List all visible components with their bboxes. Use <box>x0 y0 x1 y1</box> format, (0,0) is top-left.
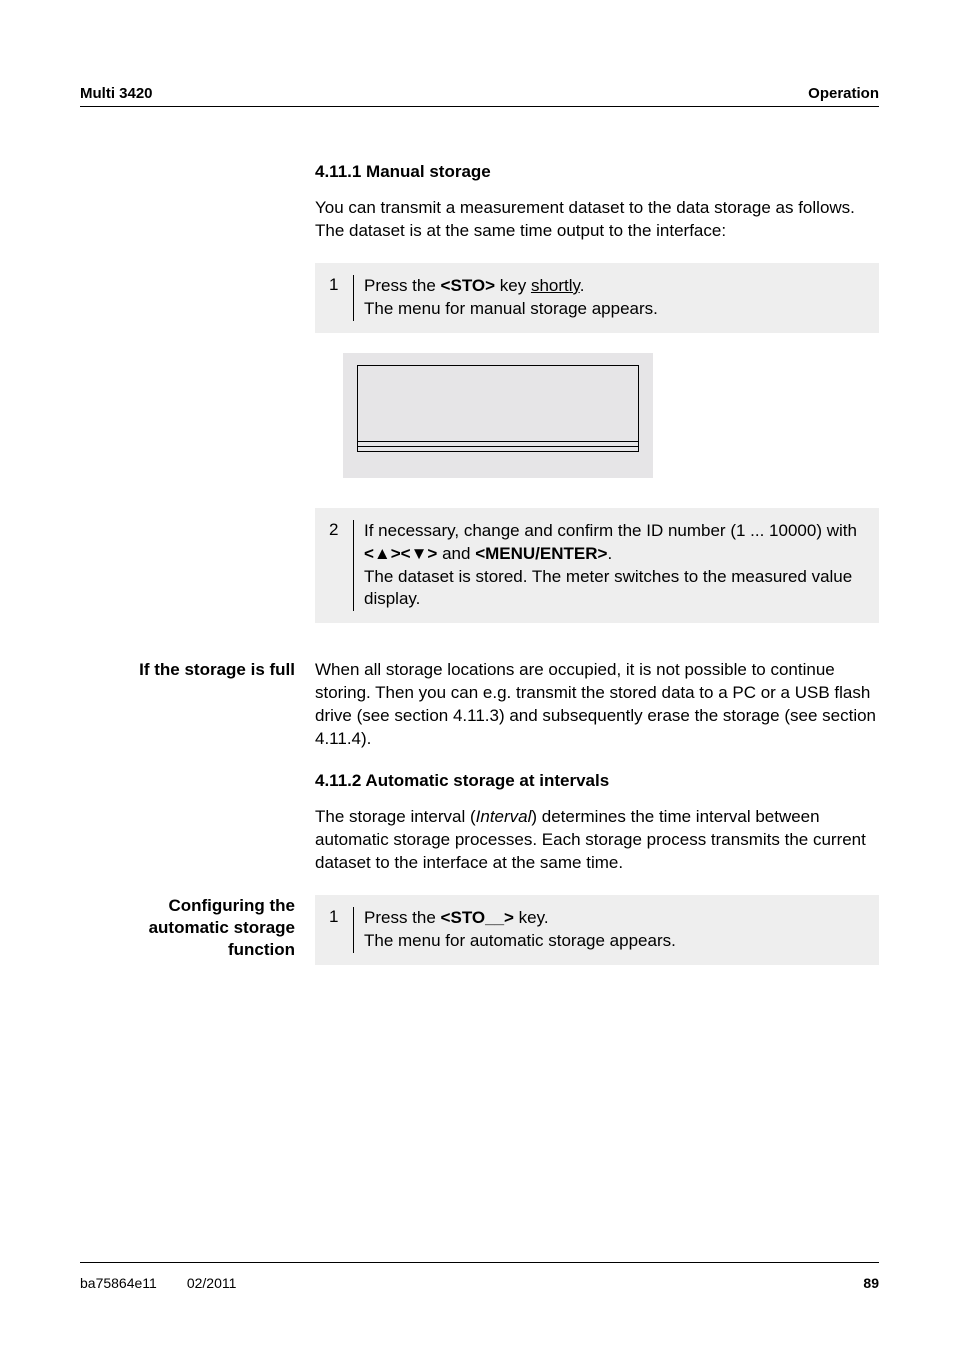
header-right: Operation <box>808 85 879 102</box>
step-2-text: If necessary, change and confirm the ID … <box>364 520 865 612</box>
footer-page-number: 89 <box>863 1275 879 1291</box>
side-label-configuring: Configuring the automatic storage functi… <box>80 895 295 961</box>
header-left: Multi 3420 <box>80 85 153 102</box>
sto-long-key: <STO__> <box>441 908 514 927</box>
menu-enter-key: <MENU/ENTER> <box>475 544 607 563</box>
footer-doc-id: ba75864e11 <box>80 1275 157 1291</box>
step-2-number: 2 <box>329 520 354 612</box>
lcd-footer-timestamp <box>357 452 639 468</box>
config-step-1-text: Press the <STO__> key. The menu for auto… <box>364 907 676 953</box>
footer-date: 02/2011 <box>187 1275 237 1291</box>
auto-storage-intro: The storage interval (Interval) determin… <box>315 806 879 875</box>
page-footer: ba75864e11 02/2011 89 <box>80 1262 879 1291</box>
side-label-storage-full: If the storage is full <box>80 659 295 681</box>
intro-paragraph: You can transmit a measurement dataset t… <box>315 197 879 243</box>
sto-key: <STO> <box>441 276 496 295</box>
step-1-number: 1 <box>329 275 354 321</box>
page-header: Multi 3420 Operation <box>80 85 879 107</box>
arrow-keys: <▲><▼> <box>364 544 437 563</box>
config-step-1-box: 1 Press the <STO__> key. The menu for au… <box>315 895 879 965</box>
interval-italic: Interval <box>476 807 532 826</box>
step-2-box: 2 If necessary, change and confirm the I… <box>315 508 879 624</box>
config-step-1-number: 1 <box>329 907 354 953</box>
section-heading-auto-storage: 4.11.2 Automatic storage at intervals <box>315 771 879 791</box>
lcd-continue <box>358 441 638 447</box>
step-1-box: 1 Press the <STO> key shortly. The menu … <box>315 263 879 333</box>
storage-full-text: When all storage locations are occupied,… <box>315 659 879 751</box>
section-heading-manual-storage: 4.11.1 Manual storage <box>315 162 879 182</box>
lcd-screen <box>343 353 653 478</box>
step-1-text: Press the <STO> key shortly. The menu fo… <box>364 275 658 321</box>
